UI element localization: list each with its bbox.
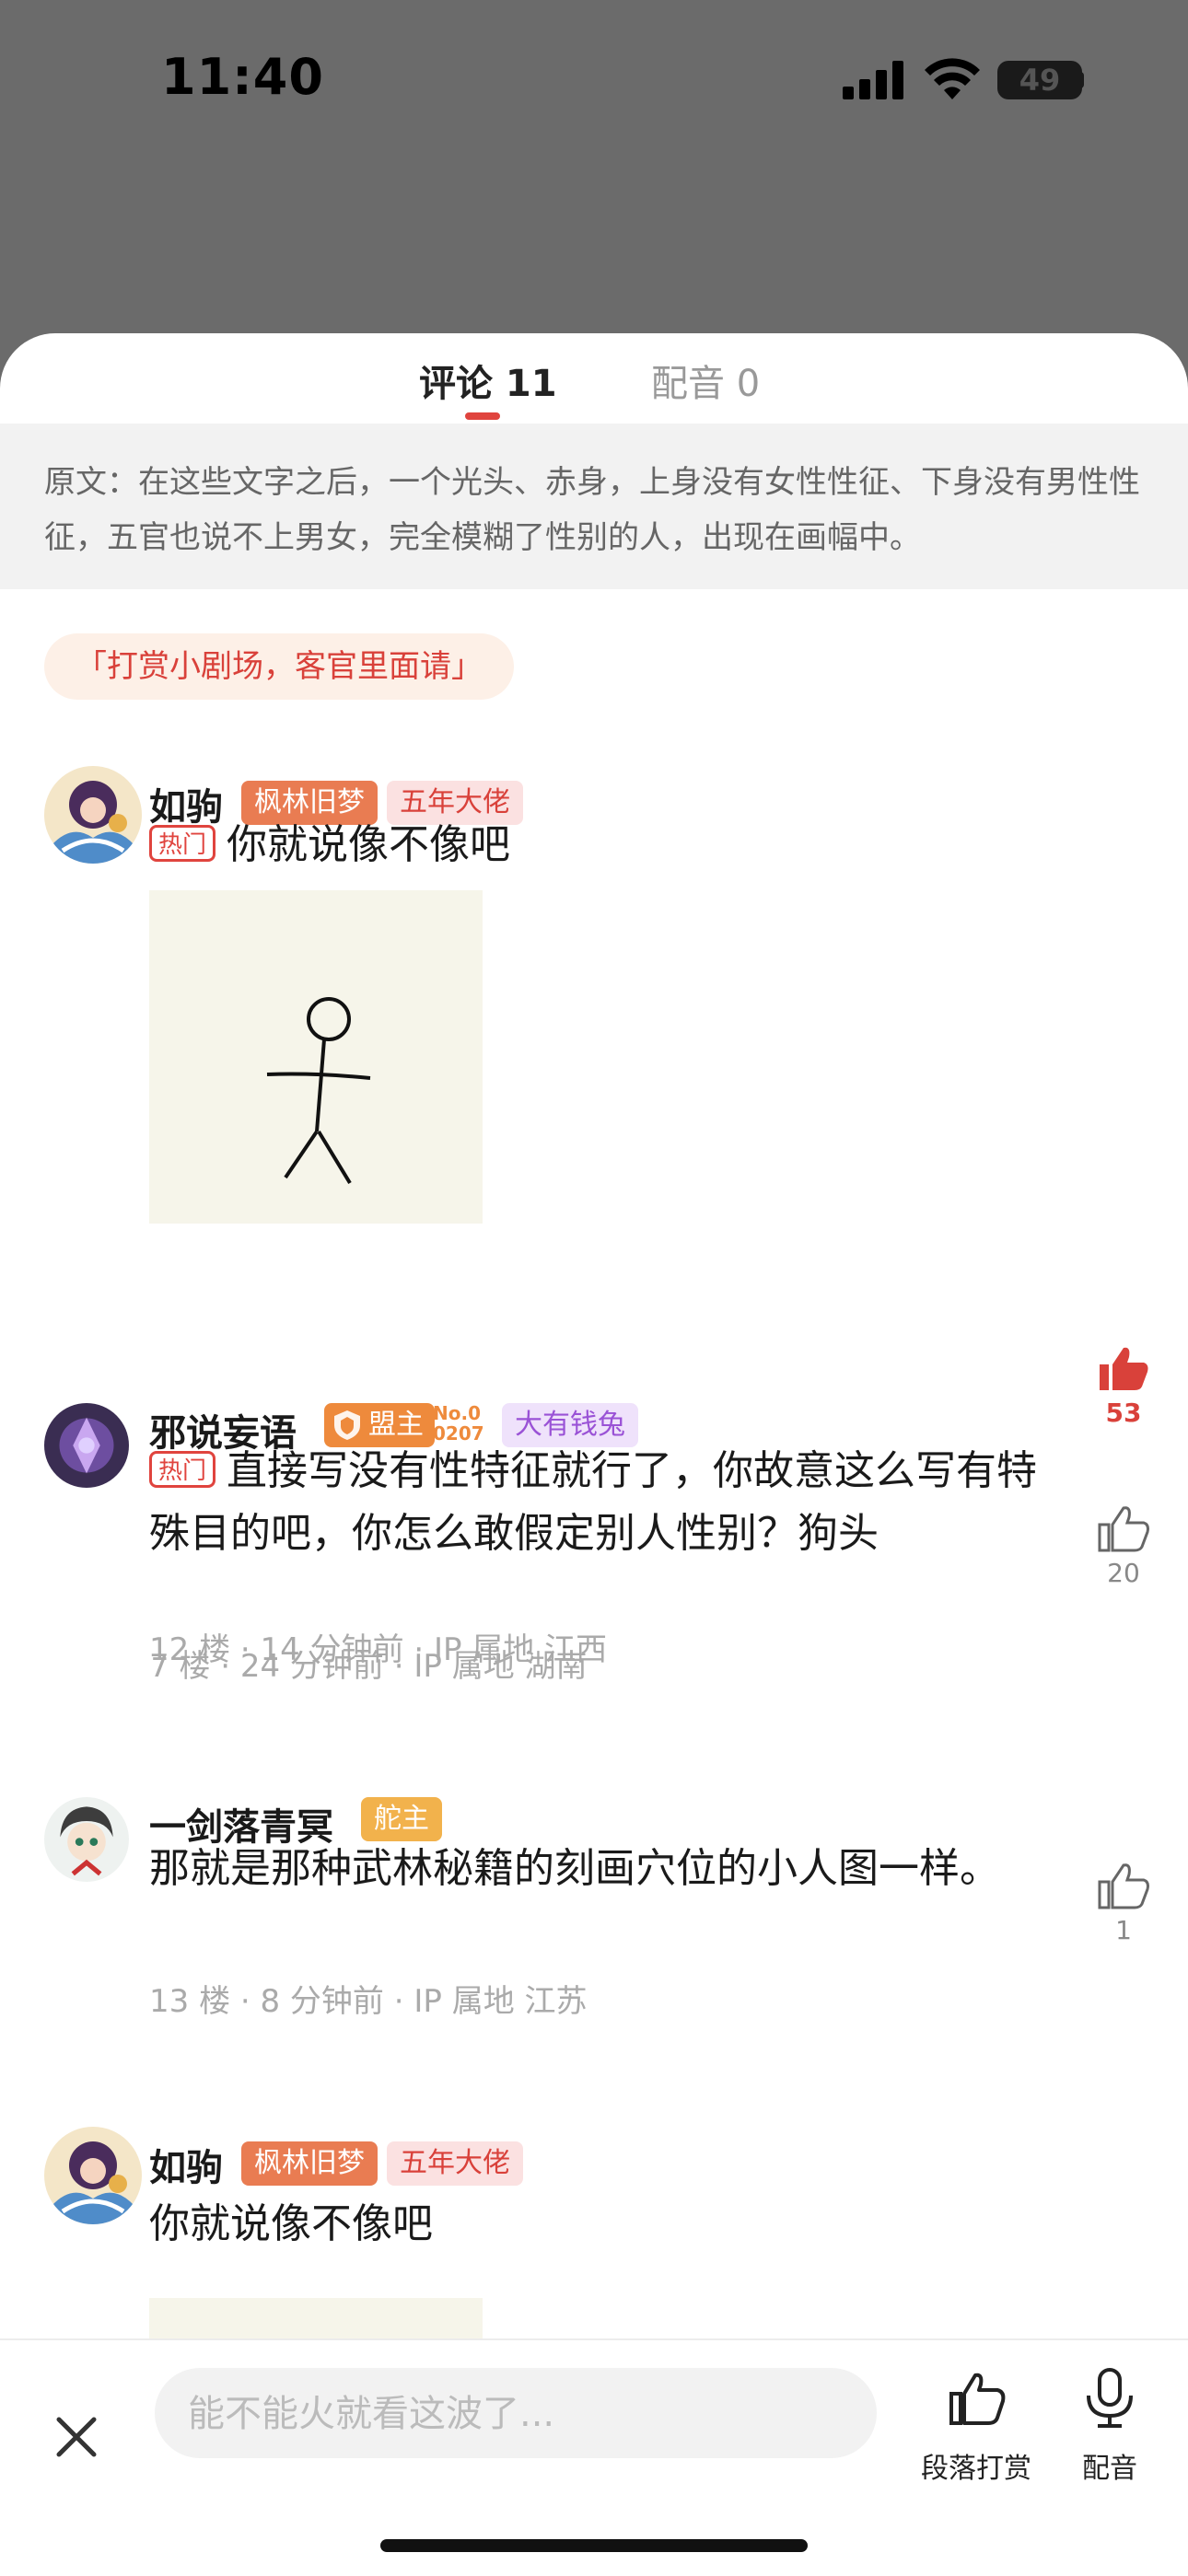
like-count: 1 xyxy=(1115,1915,1132,1945)
home-indicator xyxy=(380,2539,808,2552)
dubbing-label: 配音 xyxy=(1082,2453,1137,2485)
comment-meta: 13 楼 · 8 分钟前 · IP 属地 江苏 xyxy=(149,1983,588,2020)
comment-meta: 7 楼 · 24 分钟前 · IP 属地 湖南 xyxy=(149,1648,588,1685)
comment-image[interactable] xyxy=(149,890,483,1224)
like-button[interactable]: 20 xyxy=(1096,1504,1151,1588)
comment-text: 那就是那种武林秘籍的刻画穴位的小人图一样。 xyxy=(149,1845,1000,1892)
reward-hand-icon xyxy=(949,2373,1006,2425)
thumbs-up-filled-icon xyxy=(1100,1347,1148,1390)
tab-comments[interactable]: 评论 11 xyxy=(419,354,557,407)
status-bar: 11:40 49 xyxy=(0,0,1188,157)
original-text: 原文：在这些文字之后，一个光头、赤身，上身没有女性性征、下身没有男性性征，五官也… xyxy=(44,464,1140,556)
wifi-icon xyxy=(925,58,980,99)
comment-sheet: 评论 11 配音 0 原文：在这些文字之后，一个光头、赤身，上身没有女性性征、下… xyxy=(0,333,1188,2574)
thumbs-up-icon xyxy=(1098,1506,1149,1552)
cellular-signal-icon xyxy=(843,61,903,99)
fan-badge: 枫林旧梦 xyxy=(241,2141,378,2186)
comment-text-line: 热门 你就说像不像吧 xyxy=(149,814,1061,876)
avatar[interactable] xyxy=(44,766,142,864)
tab-bar: 评论 11 配音 0 xyxy=(0,333,1188,424)
hot-tag: 热门 xyxy=(149,825,215,862)
comment-input-box[interactable] xyxy=(155,2368,877,2460)
rank-number: No.00207 xyxy=(433,1402,484,1445)
avatar[interactable] xyxy=(44,1403,129,1488)
avatar[interactable] xyxy=(44,1797,129,1882)
reward-theater-tag[interactable]: 「打赏小剧场，客官里面请」 xyxy=(44,633,514,700)
status-time: 11:40 xyxy=(161,48,324,106)
alliance-badge-label: 盟主 xyxy=(368,1409,424,1441)
shield-icon xyxy=(334,1410,360,1440)
rank-badge: 五年大佬 xyxy=(387,2141,523,2186)
battery-level: 49 xyxy=(1019,63,1061,98)
comment-text: 直接写没有性特征就行了，你故意这么写有特殊目的吧，你怎么敢假定别人性别？狗头 xyxy=(149,1447,1037,1557)
avatar[interactable] xyxy=(44,2127,142,2224)
comment-text: 你就说像不像吧 xyxy=(149,2200,433,2247)
helmsman-badge: 舵主 xyxy=(361,1797,442,1841)
dubbing-button[interactable]: 配音 xyxy=(1068,2366,1151,2486)
comment-text-block: 热门 直接写没有性特征就行了，你故意这么写有特殊目的吧，你怎么敢假定别人性别？狗头 xyxy=(149,1440,1061,1565)
paragraph-reward-button[interactable]: 段落打赏 xyxy=(912,2366,1041,2486)
like-button[interactable]: 1 xyxy=(1096,1862,1151,1945)
comment-item: 一剑落青冥 舵主 那就是那种武林秘籍的刻画穴位的小人图一样。 13 楼 · 8 … xyxy=(0,1797,1188,2110)
original-text-block: 原文：在这些文字之后，一个光头、赤身，上身没有女性性征、下身没有男性性征，五官也… xyxy=(0,424,1188,589)
tab-dubbing[interactable]: 配音 0 xyxy=(651,354,760,407)
close-icon[interactable] xyxy=(53,2414,99,2460)
comment-input[interactable] xyxy=(186,2368,853,2460)
comment-item: 如驹 枫林旧梦 五年大佬 你就说像不像吧 xyxy=(0,2127,1188,2353)
commenter-name[interactable]: 如驹 xyxy=(149,2138,223,2191)
tab-indicator xyxy=(465,412,500,420)
paragraph-reward-label: 段落打赏 xyxy=(921,2453,1031,2485)
hot-tag: 热门 xyxy=(149,1451,215,1488)
microphone-icon xyxy=(1087,2368,1133,2428)
like-count: 20 xyxy=(1107,1558,1140,1588)
comment-item: 邪说妄语 盟主 No.00207 大有钱兔 热门 直接写没有性特征就行了，你故意这… xyxy=(0,1403,1188,1771)
comment-text: 你就说像不像吧 xyxy=(227,821,510,868)
thumbs-up-icon xyxy=(1098,1863,1149,1909)
